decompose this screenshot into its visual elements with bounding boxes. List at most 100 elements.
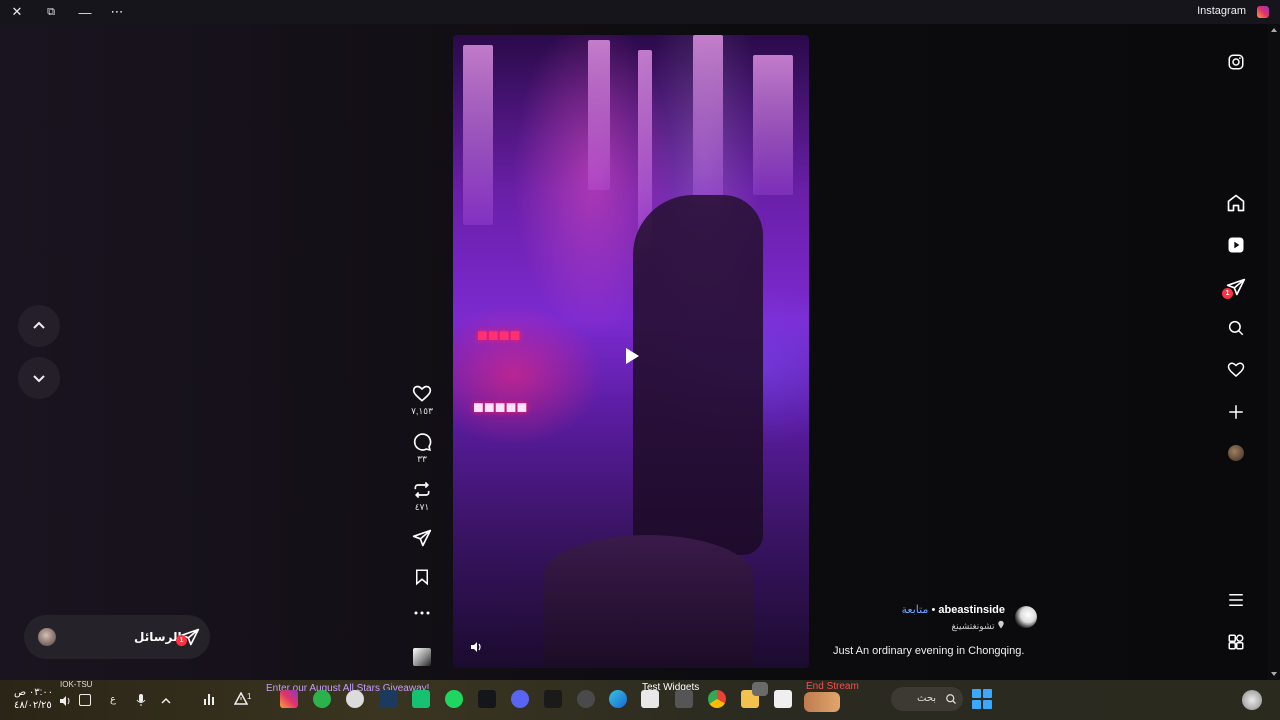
speaker-tray-icon[interactable] xyxy=(58,694,72,708)
reels-icon xyxy=(1228,237,1244,253)
taskbar-app-icon[interactable] xyxy=(752,682,768,696)
repost-count: ٤٧١ xyxy=(414,502,430,512)
minimize-window-button[interactable]: — xyxy=(68,0,102,24)
author-avatar[interactable] xyxy=(1015,606,1037,628)
bookmark-icon[interactable] xyxy=(413,568,431,586)
messages-pill[interactable]: الرسائل 1 xyxy=(24,615,210,659)
instagram-logo-icon xyxy=(1228,54,1244,70)
more-dots-icon[interactable] xyxy=(414,610,430,616)
nav-reels[interactable] xyxy=(1222,231,1250,259)
statue-silhouette xyxy=(633,195,763,555)
instagram-logo-button[interactable] xyxy=(1222,48,1250,76)
repost-icon[interactable] xyxy=(412,480,432,500)
building-lights xyxy=(588,40,610,190)
window-title: Instagram xyxy=(1197,5,1246,17)
nav-create[interactable] xyxy=(1222,398,1250,426)
network-tray-icon[interactable] xyxy=(79,694,91,706)
nav-notifications[interactable] xyxy=(1222,356,1250,384)
start-button[interactable] xyxy=(972,689,992,709)
scroll-down-arrow-icon[interactable] xyxy=(1271,672,1277,676)
play-icon xyxy=(626,348,639,364)
taskbar-search[interactable]: بحث xyxy=(891,687,963,711)
taskbar-discord-icon[interactable] xyxy=(511,690,529,708)
mute-button[interactable] xyxy=(469,640,483,654)
close-window-button[interactable]: ✕ xyxy=(0,0,34,24)
taskbar-instagram-icon[interactable] xyxy=(280,690,298,708)
taskbar-xbox-icon[interactable] xyxy=(313,690,331,708)
building-lights xyxy=(463,45,493,225)
audio-thumbnail[interactable] xyxy=(413,648,431,666)
scrollbar[interactable] xyxy=(1268,24,1280,680)
messages-send-icon-wrap: 1 xyxy=(176,627,200,647)
speaker-icon xyxy=(471,642,481,652)
taskbar-nzxt-icon[interactable] xyxy=(544,690,562,708)
bar-chart-icon xyxy=(204,694,214,705)
title-bar: ✕ ⧉ — ⋯ Instagram xyxy=(0,0,1280,24)
taskbar-steam-icon[interactable] xyxy=(379,690,397,708)
taskbar-widget-thumbnail[interactable] xyxy=(804,692,840,712)
caption-text: Just An ordinary evening in Chongqing. xyxy=(833,645,1025,657)
like-action[interactable]: ٧,١٥٣ xyxy=(404,384,440,417)
clock-time[interactable]: ٠٣:٠٠ ص xyxy=(14,687,53,698)
taskbar-spotify-icon[interactable] xyxy=(445,690,463,708)
nav-search[interactable] xyxy=(1222,314,1250,342)
taskbar-obs-icon[interactable] xyxy=(346,690,364,708)
save-action[interactable] xyxy=(404,568,440,586)
heart-icon xyxy=(1227,362,1245,377)
location[interactable]: تشونغتشينغ xyxy=(951,620,1005,632)
start-tile xyxy=(972,700,981,709)
neon-sign: ■■■■■ xyxy=(473,397,528,417)
nav-menu[interactable] xyxy=(1222,586,1250,614)
instagram-app-icon xyxy=(1257,6,1269,18)
plus-icon xyxy=(1229,405,1243,419)
chevron-down-icon xyxy=(33,375,45,383)
messages-badge: 1 xyxy=(1222,288,1233,299)
scroll-up-arrow-icon[interactable] xyxy=(1271,28,1277,32)
input-language[interactable]: ع xyxy=(110,694,116,705)
neon-sign: ■■■■ xyxy=(477,325,521,345)
comment-icon[interactable] xyxy=(412,432,432,452)
message-contact-avatar xyxy=(38,628,56,646)
previous-reel-button[interactable] xyxy=(18,305,60,347)
microphone-tray-icon[interactable] xyxy=(135,693,147,707)
location-label: تشونغتشينغ xyxy=(951,621,995,631)
reel-video[interactable]: ■■■■ ■■■■■ xyxy=(453,35,809,668)
play-button[interactable] xyxy=(615,340,647,372)
author-username[interactable]: abeastinside xyxy=(938,604,1005,616)
more-options-action[interactable] xyxy=(404,610,440,616)
building-lights xyxy=(753,55,793,195)
follow-button[interactable]: متابعة xyxy=(902,604,929,616)
taskbar-app-icon[interactable] xyxy=(577,690,595,708)
start-tile xyxy=(972,689,981,698)
restore-window-button[interactable]: ⧉ xyxy=(34,0,68,24)
taskbar-terminal-icon[interactable] xyxy=(478,690,496,708)
taskbar-notepad-icon[interactable] xyxy=(774,690,792,708)
comment-action[interactable]: ٣٣ xyxy=(404,432,440,465)
author-separator: • xyxy=(931,604,936,616)
nav-messages[interactable]: 1 xyxy=(1222,273,1250,301)
stats-tray-icon[interactable] xyxy=(203,692,217,706)
nav-apps[interactable] xyxy=(1222,628,1250,656)
search-icon xyxy=(946,694,956,704)
menu-icon xyxy=(1229,594,1243,606)
next-reel-button[interactable] xyxy=(18,357,60,399)
end-stream-label[interactable]: End Stream xyxy=(806,681,859,692)
taskbar-widgets-icon[interactable] xyxy=(1242,690,1262,710)
nav-profile[interactable] xyxy=(1222,439,1250,467)
taskbar-edge-icon[interactable] xyxy=(609,690,627,708)
window-more-button[interactable]: ⋯ xyxy=(100,0,134,24)
nav-home[interactable] xyxy=(1222,189,1250,217)
messages-pill-badge: 1 xyxy=(176,635,187,646)
warning-icon xyxy=(233,691,249,705)
taskbar-app-icon[interactable] xyxy=(412,690,430,708)
repost-action[interactable]: ٤٧١ xyxy=(404,480,440,513)
clock-date[interactable]: ٤٨/٠٢/٢٥ xyxy=(14,700,52,711)
send-icon[interactable] xyxy=(412,528,432,548)
search-label: بحث xyxy=(917,693,937,704)
taskbar-chrome-icon[interactable] xyxy=(708,690,726,708)
location-pin-icon xyxy=(998,620,1004,629)
share-action[interactable] xyxy=(404,528,440,548)
heart-icon[interactable] xyxy=(412,384,432,404)
show-hidden-icons-button[interactable] xyxy=(160,694,172,706)
taskbar-app-icon[interactable] xyxy=(675,690,693,708)
